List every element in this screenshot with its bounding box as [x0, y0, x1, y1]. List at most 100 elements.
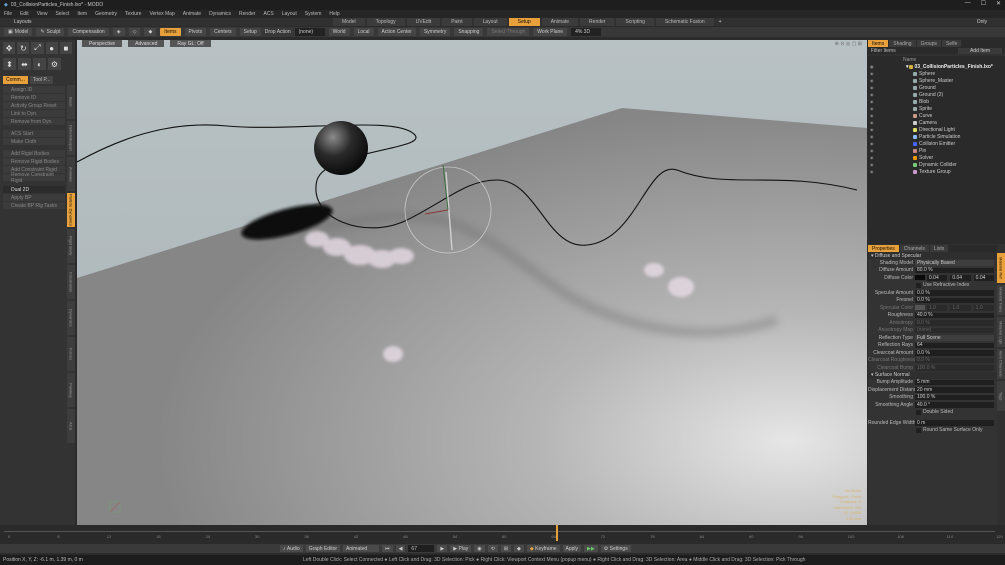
tab-render[interactable]: Render	[580, 18, 615, 26]
smoothing-angle-field[interactable]: 40.0 °	[915, 402, 994, 408]
clearcoat-bump-field[interactable]: 100.0 %	[915, 365, 994, 371]
tree-item[interactable]: ◉ Ground (2)	[868, 91, 997, 98]
diffuse-specular-section[interactable]: ▾ Diffuse and Specular	[868, 252, 997, 259]
cache-button[interactable]: ⊞	[500, 545, 512, 552]
clearcoat-field[interactable]: 0.0 %	[915, 350, 994, 356]
diffuse-color-swatch[interactable]	[915, 275, 925, 281]
shading-model-select[interactable]: Physically Based	[915, 260, 994, 266]
palette-vtab[interactable]: ACS	[67, 409, 75, 443]
snapping-button[interactable]: Snapping	[454, 28, 484, 36]
minimize-button[interactable]: —	[965, 0, 971, 7]
tab-paint[interactable]: Paint	[442, 18, 472, 26]
symmetry-button[interactable]: Symmetry	[419, 28, 451, 36]
tree-item[interactable]: ◉ Particle Simulation	[868, 133, 997, 140]
tool-button[interactable]: ACS Start	[3, 130, 65, 137]
tool-button[interactable]: Remove from Dyn.	[3, 118, 65, 125]
tree-item[interactable]: ◉ Ground	[868, 84, 997, 91]
edges-button[interactable]: ◇	[128, 28, 141, 36]
tab-setup[interactable]: Setup	[508, 18, 540, 26]
tree-item[interactable]: ◉ Sprite	[868, 105, 997, 112]
tool-button[interactable]: Add Rigid Bodies	[3, 150, 65, 157]
scene-root[interactable]: ◉ ▾ 03_CollisionParticles_Finish.lxo*	[868, 63, 997, 70]
palette-vtab[interactable]: Constraints	[67, 265, 75, 299]
joint-tool-icon[interactable]: ⚙	[48, 58, 61, 70]
play-button[interactable]: ▶ Play	[450, 545, 472, 552]
tool-button[interactable]: Link to Dyn.	[3, 110, 65, 117]
tree-item[interactable]: ◉ Sphere	[868, 70, 997, 77]
ray-gl-button[interactable]: Ray GL: Off	[170, 40, 211, 47]
tool-button[interactable]: Assign ID	[3, 86, 65, 93]
tree-item[interactable]: ◉ Curve	[868, 112, 997, 119]
loop-button[interactable]: ⟲	[487, 545, 498, 552]
tab-channels[interactable]: Channels	[899, 245, 929, 252]
surface-normal-section[interactable]: ▾ Surface Normal	[868, 371, 997, 379]
tree-item[interactable]: ◉ Pin	[868, 147, 997, 154]
light-tool-icon[interactable]: ●	[45, 42, 58, 54]
add-tab-button[interactable]: +	[716, 18, 725, 26]
smoothing-field[interactable]: 100.0 %	[915, 394, 994, 400]
close-button[interactable]: ✕	[996, 0, 1001, 7]
tree-item[interactable]: ◉ Sphere_Master	[868, 77, 997, 84]
tree-item[interactable]: ◉ Collision Emitter	[868, 140, 997, 147]
keyframe-button[interactable]: ◆ Keyframe	[526, 545, 560, 552]
layouts-label[interactable]: Layouts	[14, 19, 32, 25]
menu-animate[interactable]: Animate	[183, 11, 201, 17]
3d-viewport[interactable]: Perspective Advanced Ray GL: Off ⊕ ⊙ ◎ ▢…	[77, 40, 867, 525]
palette-vtab[interactable]: Deform/Export	[67, 121, 75, 155]
properties-vtab[interactable]: Material Ligh	[997, 317, 1005, 347]
filter-items-button[interactable]: Filter Items	[871, 48, 896, 54]
menu-file[interactable]: File	[4, 11, 12, 17]
add-item-button[interactable]: Add Item	[957, 47, 1002, 54]
roughness-field[interactable]: 40.0 %	[915, 312, 994, 318]
tab-scripting[interactable]: Scripting	[616, 18, 654, 26]
polygons-button[interactable]: ◆	[144, 28, 157, 36]
work-plane-button[interactable]: Work Plane	[533, 28, 568, 36]
local-button[interactable]: Local	[353, 28, 374, 36]
tool-button[interactable]: Make Cloth	[3, 138, 65, 145]
tab-properties[interactable]: Properties	[868, 245, 899, 252]
item-list-scrollbar[interactable]	[997, 56, 1005, 244]
eye-icon[interactable]: ◉	[870, 134, 874, 139]
world-button[interactable]: World	[328, 28, 350, 36]
tab-topology[interactable]: Topology	[366, 18, 405, 26]
tree-item[interactable]: ◉ Solver	[868, 154, 997, 161]
properties-vtab[interactable]: Material Trans	[997, 285, 1005, 315]
eye-icon[interactable]: ◉	[870, 148, 874, 153]
tab-uvedit[interactable]: UVEdit	[406, 18, 441, 26]
eye-icon[interactable]: ◉	[870, 71, 874, 76]
menu-geometry[interactable]: Geometry	[95, 11, 117, 17]
diffuse-amount-field[interactable]: 80.0 %	[915, 267, 994, 273]
prev-key-button[interactable]: ◀	[395, 545, 406, 552]
tool-button[interactable]: Apply BP	[3, 194, 65, 201]
element-move-icon[interactable]: ⬌	[18, 58, 31, 70]
tab-schematic-fusion[interactable]: Schematic Fusion	[655, 18, 714, 26]
tab-items[interactable]: Items	[868, 40, 889, 47]
tree-item[interactable]: ◉ Camera	[868, 119, 997, 126]
properties-vtab[interactable]: Tags	[997, 381, 1005, 411]
drop-action-select[interactable]: (none)	[294, 28, 325, 36]
round-same-surface-checkbox[interactable]	[916, 427, 921, 433]
eye-icon[interactable]: ◉	[870, 120, 874, 125]
rotate-tool-icon[interactable]: ↻	[17, 42, 30, 54]
settings-button[interactable]: ⚙ Settings	[600, 545, 631, 552]
menu-texture[interactable]: Texture	[125, 11, 141, 17]
tab-selfe[interactable]: Selfe	[942, 40, 962, 47]
tree-item[interactable]: ◉ Blob	[868, 98, 997, 105]
specular-color-swatch[interactable]	[915, 305, 925, 311]
apply-button[interactable]: Apply	[562, 545, 582, 552]
aniso-map-select[interactable]: (none)	[915, 327, 994, 333]
palette-vtab[interactable]: Animate	[67, 157, 75, 191]
tab-tool-properties[interactable]: Tool P...	[29, 76, 54, 84]
eye-icon[interactable]: ◉	[870, 127, 874, 132]
viewport-nav-icons[interactable]: ⊕ ⊙ ◎ ▢ ⊞	[835, 41, 862, 47]
tool-button[interactable]: Remove Rigid Bodies	[3, 158, 65, 165]
palette-vtab[interactable]: Painting	[67, 373, 75, 407]
items-button[interactable]: Items	[160, 28, 181, 36]
audio-button[interactable]: ♪ Audio	[280, 545, 303, 552]
pivots-button[interactable]: Pivots	[184, 28, 207, 36]
tab-animate[interactable]: Animate	[541, 18, 579, 26]
eye-icon[interactable]: ◉	[870, 99, 874, 104]
tool-button[interactable]: Remove ID	[3, 94, 65, 101]
tree-item[interactable]: ◉ Directional Light	[868, 126, 997, 133]
sim-play-button[interactable]: ▶▶	[584, 545, 598, 552]
